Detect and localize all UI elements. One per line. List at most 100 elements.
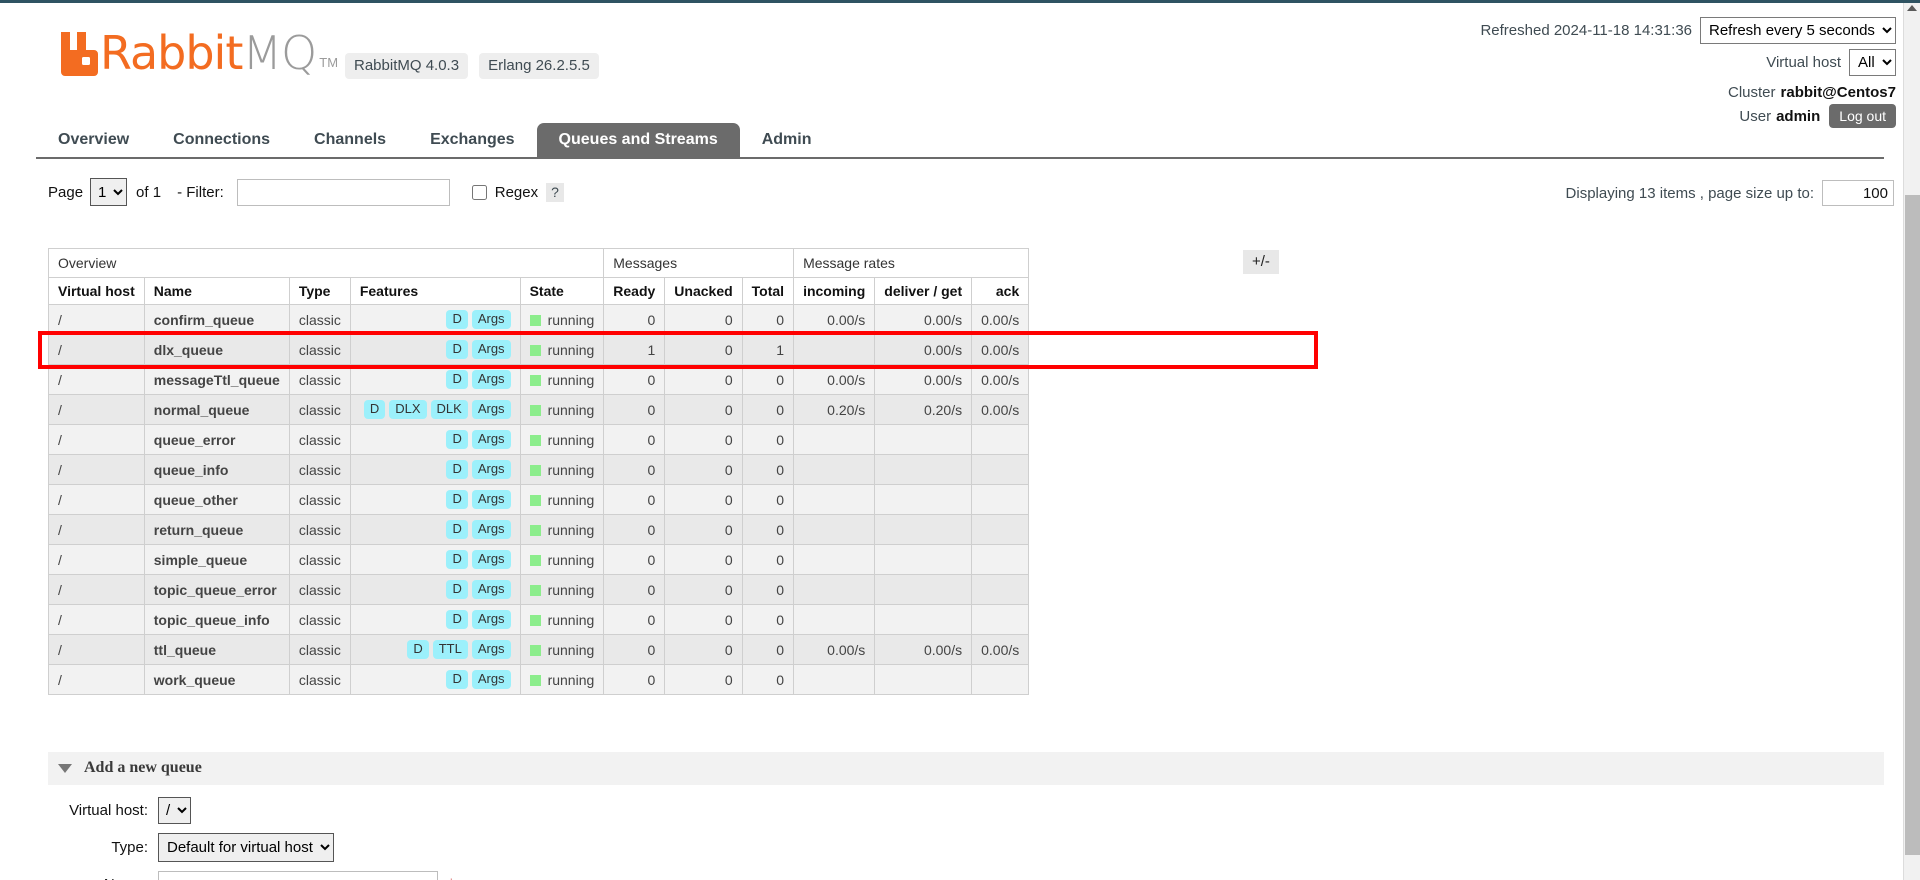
form-vhost-select[interactable]: / [158, 797, 191, 824]
page-number-select[interactable]: 1 [90, 178, 128, 206]
table-row[interactable]: / queue_other classic D Args running 0 0 0 [48, 484, 1030, 515]
col-features[interactable]: Features [349, 277, 521, 305]
queue-name-link[interactable]: normal_queue [154, 402, 250, 418]
queues-table: Overview Messages Message rates Virtual … [47, 248, 1030, 695]
cell-unacked: 0 [664, 514, 743, 545]
regex-help-icon[interactable]: ? [546, 182, 564, 202]
cell-ready: 0 [603, 454, 666, 485]
cell-incoming [793, 334, 876, 365]
table-row[interactable]: / queue_error classic D Args running 0 0 0 [48, 424, 1030, 455]
table-row[interactable]: / confirm_queue classic D Args running 0 0 0 0.00… [48, 304, 1030, 335]
cell-incoming: 0.00/s [793, 304, 876, 335]
feature-tag-d: D [446, 460, 468, 479]
state-label: running [547, 491, 595, 508]
scroll-up-arrow-icon[interactable] [1907, 5, 1917, 11]
cell-unacked: 0 [664, 364, 743, 395]
tab-connections[interactable]: Connections [151, 123, 292, 158]
vhost-select[interactable]: All [1849, 48, 1896, 76]
page-scrollbar[interactable] [1903, 3, 1920, 880]
cell-deliver-get [874, 424, 973, 455]
cell-total: 0 [741, 424, 795, 455]
cell-type: classic [288, 544, 351, 575]
queue-name-link[interactable]: simple_queue [154, 552, 247, 568]
table-row[interactable]: / return_queue classic D Args running 0 0 0 [48, 514, 1030, 545]
regex-checkbox[interactable] [471, 184, 487, 200]
user-label: User [1739, 107, 1772, 125]
filter-input[interactable] [236, 178, 450, 206]
table-row[interactable]: / ttl_queue classic D TTL Args running 0 0 0 0.00/… [48, 634, 1030, 665]
state-label: running [547, 551, 595, 568]
queue-name-link[interactable]: topic_queue_info [154, 612, 270, 628]
refreshed-timestamp: Refreshed 2024-11-18 14:31:36 [1480, 21, 1692, 39]
col-ack[interactable]: ack [971, 277, 1030, 305]
page-size-input[interactable] [1822, 180, 1894, 206]
feature-tag-args: Args [471, 370, 511, 389]
queue-name-link[interactable]: messageTtl_queue [154, 372, 280, 388]
table-row[interactable]: / simple_queue classic D Args running 0 0 0 [48, 544, 1030, 575]
col-incoming[interactable]: incoming [793, 277, 876, 305]
cell-unacked: 0 [664, 424, 743, 455]
cell-state: running [519, 544, 605, 575]
col-name[interactable]: Name [143, 277, 290, 305]
cell-ready: 0 [603, 424, 666, 455]
table-row[interactable]: / topic_queue_info classic D Args running 0 0 0 [48, 604, 1030, 635]
form-name-input[interactable] [158, 871, 438, 880]
queue-name-link[interactable]: topic_queue_error [154, 582, 277, 598]
form-label-vhost: Virtual host: [69, 802, 148, 819]
add-new-queue-section: Add a new queue Virtual host: / Type: De… [48, 752, 1884, 880]
toggle-columns-button[interactable]: +/- [1243, 250, 1279, 274]
table-row[interactable]: / queue_info classic D Args running 0 0 0 [48, 454, 1030, 485]
cell-type: classic [288, 424, 351, 455]
state-label: running [547, 341, 595, 358]
cell-state: running [519, 424, 605, 455]
cell-queue-name: queue_error [143, 424, 290, 455]
form-type-select[interactable]: Default for virtual host [158, 833, 334, 862]
queue-name-link[interactable]: queue_error [154, 432, 236, 448]
group-header-message-rates: Message rates [793, 248, 1030, 278]
form-label-type: Type: [111, 839, 148, 856]
col-virtual-host[interactable]: Virtual host [48, 277, 145, 305]
tab-overview[interactable]: Overview [36, 123, 151, 158]
table-row[interactable]: / work_queue classic D Args running 0 0 0 [48, 664, 1030, 695]
refresh-interval-select[interactable]: Refresh every 5 seconds [1700, 16, 1896, 44]
cell-type: classic [288, 394, 351, 425]
queue-name-link[interactable]: return_queue [154, 522, 243, 538]
table-row[interactable]: / normal_queue classic D DLX DLK Args running 0 0… [48, 394, 1030, 425]
col-type[interactable]: Type [288, 277, 351, 305]
queue-name-link[interactable]: work_queue [154, 672, 236, 688]
state-label: running [547, 431, 595, 448]
cell-ack [971, 484, 1030, 515]
tab-admin[interactable]: Admin [740, 123, 834, 158]
tab-queues-and-streams[interactable]: Queues and Streams [536, 123, 740, 158]
col-deliver-get[interactable]: deliver / get [874, 277, 973, 305]
rabbitmq-logo[interactable]: RabbitMQ TM [58, 28, 338, 76]
queue-name-link[interactable]: ttl_queue [154, 642, 216, 658]
regex-group: Regex ? [471, 182, 564, 202]
col-ready[interactable]: Ready [603, 277, 666, 305]
state-label: running [547, 311, 595, 328]
scrollbar-thumb[interactable] [1905, 195, 1920, 855]
cell-virtual-host: / [48, 664, 145, 695]
cell-state: running [519, 334, 605, 365]
col-unacked[interactable]: Unacked [664, 277, 743, 305]
queue-name-link[interactable]: queue_other [154, 492, 238, 508]
cell-unacked: 0 [664, 454, 743, 485]
filter-bar: Page 1 of 1 - Filter: Regex ? [48, 178, 564, 206]
cell-incoming [793, 664, 876, 695]
cell-ack: 0.00/s [971, 394, 1030, 425]
queue-name-link[interactable]: dlx_queue [154, 342, 223, 358]
tab-exchanges[interactable]: Exchanges [408, 123, 536, 158]
queue-name-link[interactable]: confirm_queue [154, 312, 254, 328]
table-row[interactable]: / messageTtl_queue classic D Args running 0 0 0 0… [48, 364, 1030, 395]
col-state[interactable]: State [519, 277, 605, 305]
cell-features: D DLX DLK Args [349, 394, 521, 425]
cell-virtual-host: / [48, 514, 145, 545]
tab-channels[interactable]: Channels [292, 123, 408, 158]
cell-ack [971, 544, 1030, 575]
table-row[interactable]: / topic_queue_error classic D Args running 0 0 0 [48, 574, 1030, 605]
table-row[interactable]: / dlx_queue classic D Args running 1 0 1 0.00/s 0.… [48, 334, 1030, 365]
col-total[interactable]: Total [741, 277, 795, 305]
queues-table-body: / confirm_queue classic D Args running 0 0 0 0.00… [48, 304, 1030, 695]
queue-name-link[interactable]: queue_info [154, 462, 229, 478]
add-new-queue-header[interactable]: Add a new queue [48, 752, 1884, 785]
